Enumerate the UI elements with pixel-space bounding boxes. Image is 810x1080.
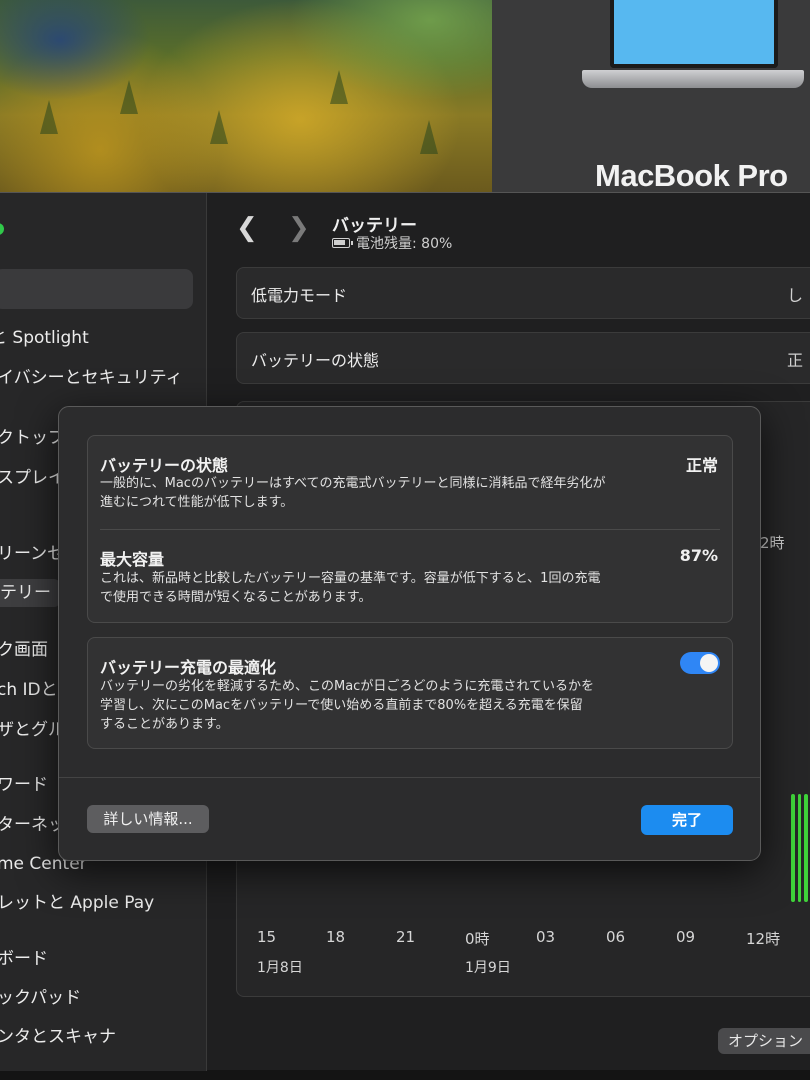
low-power-mode-row[interactable]: 低電力モード し — [236, 267, 810, 319]
battery-level-status: 電池残量: 80% — [332, 233, 452, 253]
battery-level-bars — [791, 794, 810, 902]
chart-time-tick: 12時 — [746, 930, 781, 948]
chart-date-tick: 1月8日 — [257, 960, 303, 976]
optimized-charging-title: バッテリー充電の最適化 — [100, 658, 277, 677]
battery-level-bar — [797, 794, 801, 902]
optimized-charging-desc-line2: 学習し、次にこのMacをバッテリーで使い始める直前まで80%を超える充電を保留 — [100, 698, 583, 713]
max-capacity-title: 最大容量 — [100, 550, 165, 569]
chart-time-tick: 21 — [396, 928, 416, 946]
model-name: MacBook Pro — [595, 158, 788, 193]
desktop-wallpaper — [0, 0, 492, 192]
sidebar-item-printers-scanners[interactable]: ンタとスキャナ — [0, 1023, 204, 1051]
chart-time-tick: 15 — [257, 928, 277, 946]
wallpaper-tree — [330, 70, 348, 104]
battery-info-card: バッテリーの状態 正常 一般的に、Macのバッテリーはすべての充電式バッテリーと… — [87, 435, 733, 623]
max-capacity-value: 87% — [679, 546, 718, 565]
more-info-button[interactable]: 詳しい情報... — [87, 805, 209, 833]
optimized-charging-card: バッテリー充電の最適化 バッテリーの劣化を軽減するため、このMacが日ごろどのよ… — [87, 637, 733, 749]
battery-level-bar — [791, 794, 795, 902]
card-divider — [100, 529, 720, 530]
zoom-window-button[interactable] — [0, 223, 4, 235]
low-power-mode-label: 低電力モード — [251, 286, 348, 305]
macbook-illustration — [610, 0, 778, 68]
max-capacity-desc-line1: これは、新品時と比較したバッテリー容量の基準です。容量が低下すると、1回の充電 — [100, 571, 601, 586]
forward-chevron-icon[interactable]: ❯ — [288, 215, 310, 241]
max-capacity-desc-line2: で使用できる時間が短くなることがあります。 — [100, 590, 372, 605]
battery-health-title: バッテリーの状態 — [100, 456, 229, 475]
sidebar-item-siri-spotlight[interactable]: と Spotlight — [0, 324, 197, 352]
sidebar-item-wallet-apple-pay[interactable]: レットと Apple Pay — [0, 889, 204, 917]
sheet-footer-divider — [59, 777, 760, 778]
chart-time-tick: 03 — [536, 928, 556, 946]
chart-time-tick: 0時 — [465, 930, 490, 948]
wallpaper-tree — [120, 80, 138, 114]
wallpaper-tree — [40, 100, 58, 134]
chart-time-tick: 18 — [326, 928, 346, 946]
back-chevron-icon[interactable]: ❮ — [236, 215, 258, 241]
battery-level-bar — [804, 794, 808, 902]
optimized-charging-desc-line3: することがあります。 — [100, 717, 229, 732]
wallpaper-tree — [210, 110, 228, 144]
battery-health-sheet: バッテリーの状態 正常 一般的に、Macのバッテリーはすべての充電式バッテリーと… — [58, 406, 761, 861]
sidebar-item-keyboard[interactable]: ボード — [0, 945, 204, 973]
chart-time-tick-partial: 2時 — [760, 534, 785, 552]
battery-health-desc-line2: 進むにつれて性能が低下します。 — [100, 495, 294, 510]
battery-health-status: 正常 — [685, 456, 718, 475]
optimized-charging-toggle[interactable] — [680, 652, 720, 674]
sidebar-item-privacy-security[interactable]: イバシーとセキュリティ — [0, 364, 204, 392]
options-button[interactable]: オプション — [718, 1028, 810, 1054]
done-button[interactable]: 完了 — [641, 805, 733, 835]
battery-health-row[interactable]: バッテリーの状態 正 — [236, 332, 810, 384]
sidebar-item-battery[interactable]: テリー — [0, 579, 60, 607]
battery-health-desc-line1: 一般的に、Macのバッテリーはすべての充電式バッテリーと同様に消耗品で経年劣化が — [100, 476, 606, 491]
battery-health-label: バッテリーの状態 — [251, 351, 380, 370]
sidebar-item-trackpad[interactable]: ックパッド — [0, 984, 204, 1012]
sidebar-search-field[interactable] — [0, 269, 193, 309]
optimized-charging-desc-line1: バッテリーの劣化を軽減するため、このMacが日ごろどのように充電されているかを — [100, 679, 594, 694]
chart-time-tick: 06 — [606, 928, 626, 946]
chart-date-tick: 1月9日 — [465, 960, 511, 976]
battery-level-text: 電池残量: 80% — [356, 236, 453, 252]
low-power-mode-value: し — [786, 286, 803, 305]
chart-time-tick: 09 — [676, 928, 696, 946]
macbook-base-illustration — [582, 70, 804, 88]
wallpaper-tree — [420, 120, 438, 154]
battery-health-value: 正 — [786, 351, 803, 370]
battery-icon — [332, 238, 353, 248]
